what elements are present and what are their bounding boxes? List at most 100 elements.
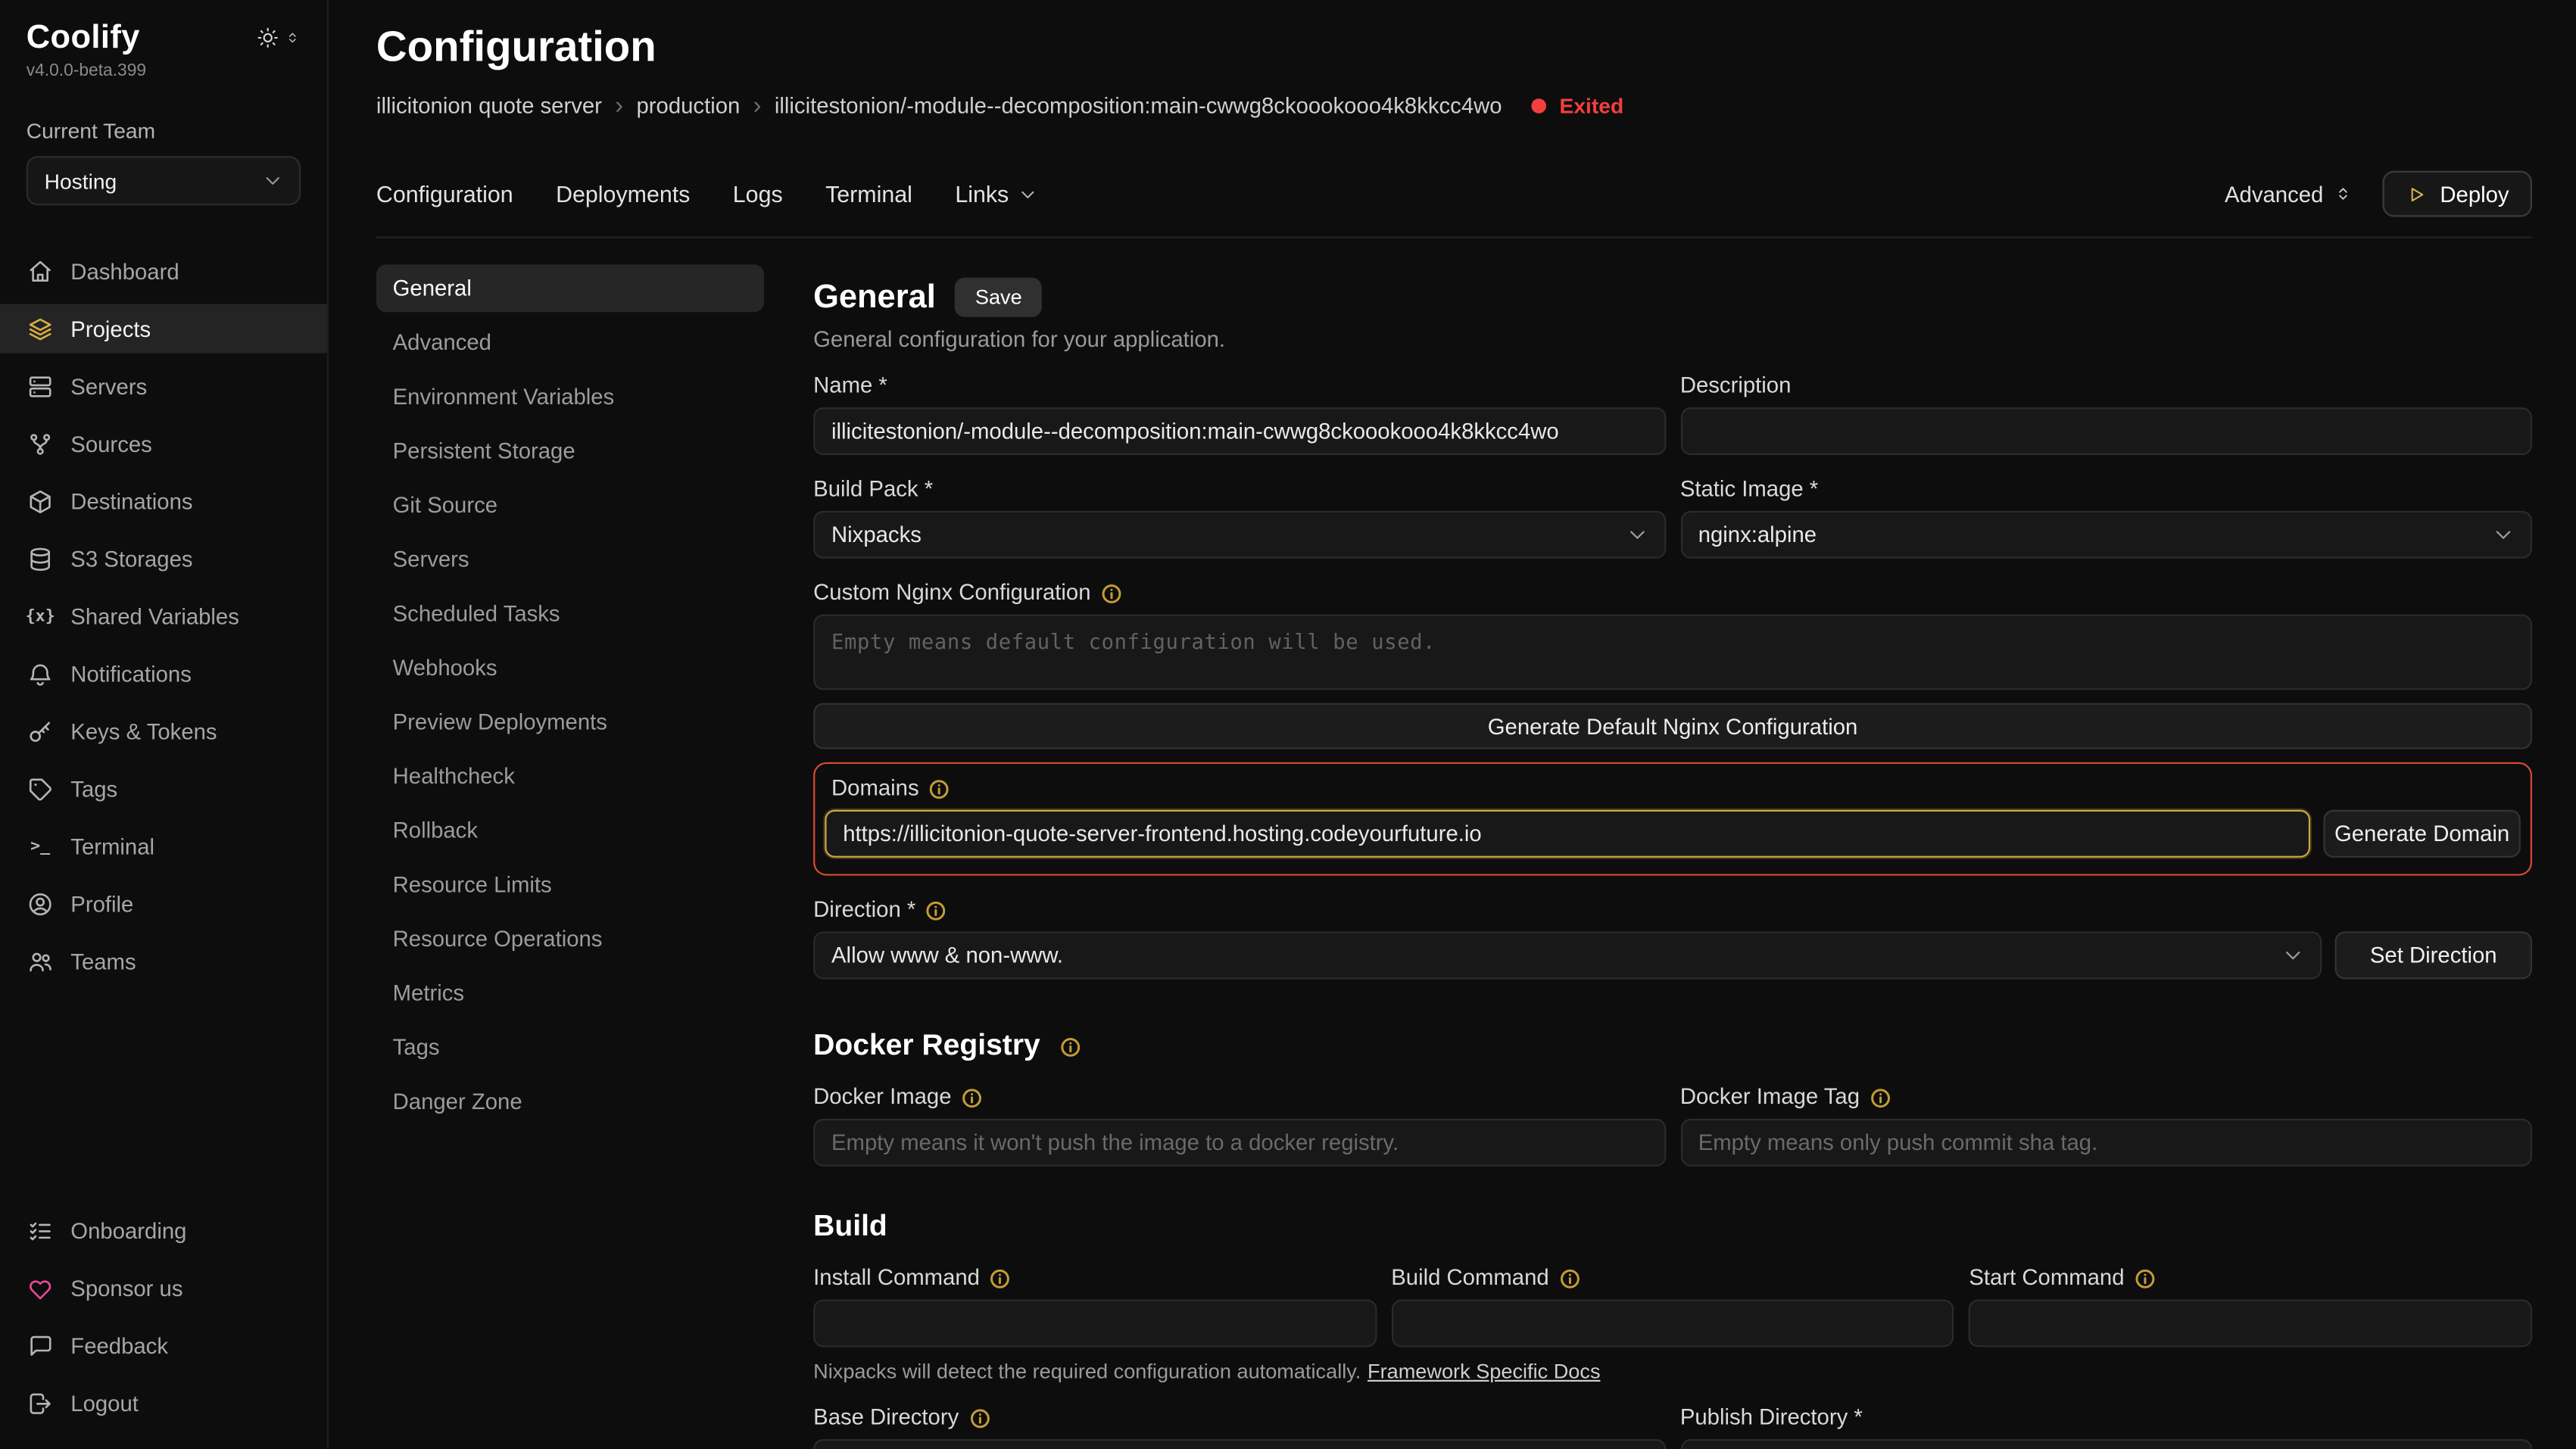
sidebar-footer-nav: Onboarding Sponsor us Feedback Logout <box>0 1206 327 1428</box>
section-title-build: Build <box>813 1209 2532 1244</box>
name-input[interactable] <box>813 407 1665 455</box>
framework-docs-link[interactable]: Framework Specific Docs <box>1368 1360 1600 1383</box>
settings-nav-rollback[interactable]: Rollback <box>376 806 764 854</box>
advanced-toggle[interactable]: Advanced <box>2225 182 2353 207</box>
build-pack-value: Nixpacks <box>831 522 922 547</box>
sidebar-item-onboarding[interactable]: Onboarding <box>0 1206 327 1255</box>
tab-configuration[interactable]: Configuration <box>376 181 513 207</box>
deploy-button[interactable]: Deploy <box>2382 171 2532 217</box>
sidebar-item-teams[interactable]: Teams <box>0 936 327 986</box>
info-icon <box>990 1267 1011 1289</box>
sidebar-item-terminal[interactable]: >_ Terminal <box>0 821 327 871</box>
settings-nav-servers[interactable]: Servers <box>376 535 764 583</box>
chat-icon <box>27 1332 55 1360</box>
docker-image-tag-input[interactable] <box>1680 1119 2532 1167</box>
settings-nav-scheduled-tasks[interactable]: Scheduled Tasks <box>376 590 764 637</box>
tab-links[interactable]: Links <box>955 181 1038 207</box>
nginx-config-field: Custom Nginx Configuration <box>813 580 2532 690</box>
sidebar-item-projects[interactable]: Projects <box>0 304 327 353</box>
chevron-down-icon <box>2281 943 2306 968</box>
team-select[interactable]: Hosting <box>27 156 301 205</box>
sidebar-item-label: Notifications <box>70 661 192 686</box>
save-button[interactable]: Save <box>956 278 1042 317</box>
sidebar-item-logout[interactable]: Logout <box>0 1379 327 1428</box>
docker-image-label: Docker Image <box>813 1084 951 1109</box>
settings-nav-persistent-storage[interactable]: Persistent Storage <box>376 427 764 475</box>
base-directory-label: Base Directory <box>813 1404 959 1429</box>
publish-directory-field: Publish Directory * <box>1680 1383 2532 1449</box>
chevron-down-icon <box>1624 522 1649 547</box>
updown-chevron-icon <box>2333 184 2353 204</box>
publish-directory-input[interactable] <box>1680 1439 2532 1449</box>
start-command-input[interactable] <box>1969 1299 2532 1347</box>
general-form: General Save General configuration for y… <box>813 264 2532 1449</box>
generate-nginx-button[interactable]: Generate Default Nginx Configuration <box>813 703 2532 749</box>
main-content: Configuration illicitonion quote server … <box>329 0 2576 1449</box>
info-icon <box>962 1086 983 1108</box>
breadcrumb-project[interactable]: illicitonion quote server <box>376 94 602 119</box>
base-directory-input[interactable] <box>813 1439 1665 1449</box>
build-pack-field: Build Pack * Nixpacks <box>813 455 1665 559</box>
logout-icon <box>27 1389 55 1417</box>
settings-nav-general[interactable]: General <box>376 264 764 312</box>
direction-select[interactable]: Allow www & non-www. <box>813 931 2322 979</box>
settings-nav-advanced[interactable]: Advanced <box>376 319 764 366</box>
description-input[interactable] <box>1680 407 2532 455</box>
settings-nav-healthcheck[interactable]: Healthcheck <box>376 753 764 800</box>
settings-nav-danger-zone[interactable]: Danger Zone <box>376 1078 764 1126</box>
status-badge: Exited <box>1560 94 1624 119</box>
settings-nav-resource-limits[interactable]: Resource Limits <box>376 861 764 908</box>
settings-nav-preview-deployments[interactable]: Preview Deployments <box>376 698 764 746</box>
sidebar-item-label: Tags <box>70 776 117 801</box>
sidebar-item-label: Onboarding <box>70 1218 186 1243</box>
chevron-down-icon <box>261 170 284 192</box>
sidebar-item-feedback[interactable]: Feedback <box>0 1321 327 1370</box>
sidebar-item-dashboard[interactable]: Dashboard <box>0 247 327 296</box>
info-icon <box>925 899 947 921</box>
settings-nav-environment-variables[interactable]: Environment Variables <box>376 373 764 421</box>
nginx-config-textarea[interactable] <box>813 615 2532 690</box>
cube-icon <box>27 487 55 515</box>
domains-input[interactable] <box>825 810 2310 858</box>
breadcrumb-environment[interactable]: production <box>637 94 741 119</box>
static-image-select[interactable]: nginx:alpine <box>1680 511 2532 559</box>
users-icon <box>27 947 55 975</box>
settings-nav-tags[interactable]: Tags <box>376 1024 764 1071</box>
install-command-field: Install Command <box>813 1244 1377 1348</box>
build-command-input[interactable] <box>1391 1299 1954 1347</box>
breadcrumb: illicitonion quote server › production ›… <box>376 94 2532 119</box>
generate-domain-button[interactable]: Generate Domain <box>2323 810 2520 858</box>
sidebar-item-label: Keys & Tokens <box>70 718 217 743</box>
set-direction-button[interactable]: Set Direction <box>2335 931 2532 979</box>
sidebar-item-tags[interactable]: Tags <box>0 764 327 813</box>
sidebar-item-sponsor-us[interactable]: Sponsor us <box>0 1264 327 1313</box>
docker-image-input[interactable] <box>813 1119 1665 1167</box>
sidebar-item-keys-tokens[interactable]: Keys & Tokens <box>0 706 327 756</box>
settings-nav-webhooks[interactable]: Webhooks <box>376 644 764 692</box>
play-icon <box>2406 183 2427 204</box>
sidebar-item-destinations[interactable]: Destinations <box>0 476 327 525</box>
sidebar-item-shared-variables[interactable]: {x} Shared Variables <box>0 591 327 640</box>
settings-nav-metrics[interactable]: Metrics <box>376 969 764 1017</box>
sidebar-item-profile[interactable]: Profile <box>0 879 327 928</box>
tab-logs[interactable]: Logs <box>733 181 783 207</box>
settings-nav-resource-operations[interactable]: Resource Operations <box>376 915 764 963</box>
theme-switcher[interactable] <box>257 26 301 49</box>
sidebar-item-s3-storages[interactable]: S3 Storages <box>0 534 327 583</box>
app-logo[interactable]: Coolify <box>27 20 140 58</box>
docker-image-field: Docker Image <box>813 1063 1665 1167</box>
sidebar-item-notifications[interactable]: Notifications <box>0 649 327 698</box>
domains-label: Domains <box>831 775 919 800</box>
info-icon <box>2135 1267 2156 1289</box>
sidebar-item-sources[interactable]: Sources <box>0 419 327 468</box>
sidebar-item-label: Servers <box>70 374 147 399</box>
install-command-input[interactable] <box>813 1299 1377 1347</box>
tab-terminal[interactable]: Terminal <box>825 181 912 207</box>
sidebar-item-label: Projects <box>70 316 151 341</box>
tab-deployments[interactable]: Deployments <box>556 181 690 207</box>
breadcrumb-application[interactable]: illicitestonion/-module--decomposition:m… <box>775 94 1502 119</box>
sidebar-item-servers[interactable]: Servers <box>0 361 327 410</box>
description-field: Description <box>1680 351 2532 455</box>
build-pack-select[interactable]: Nixpacks <box>813 511 1665 559</box>
settings-nav-git-source[interactable]: Git Source <box>376 481 764 529</box>
